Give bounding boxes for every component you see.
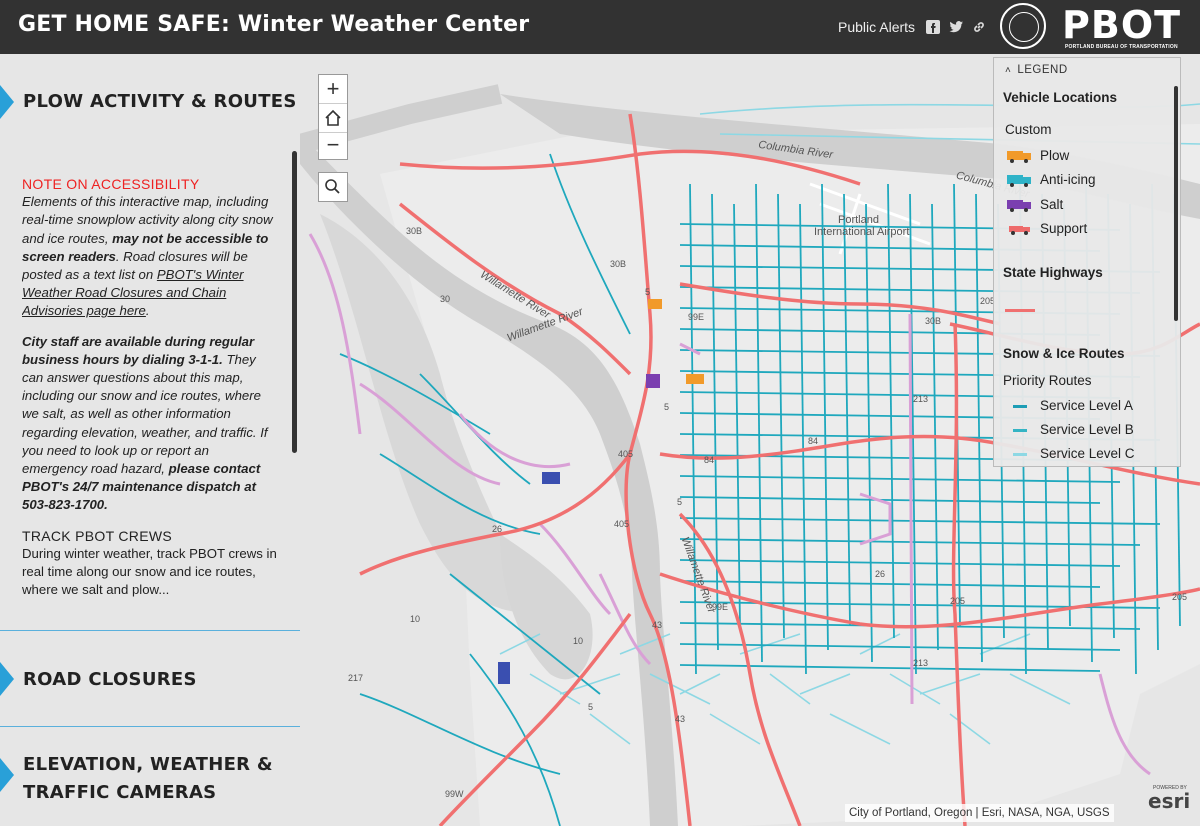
chevron-up-icon: ˄ (1005, 65, 1012, 76)
highway-shield: 5 (677, 497, 683, 507)
legend-panel: ˄ LEGEND Vehicle Locations Custom Plow An… (993, 57, 1181, 467)
highway-shield: 5 (664, 402, 670, 412)
city-seal-icon (1000, 3, 1046, 49)
highway-shield: 43 (675, 714, 686, 724)
map-search-button[interactable] (318, 172, 348, 202)
highway-shield: 43 (652, 620, 663, 630)
link-icon[interactable] (972, 20, 986, 34)
app-header: GET HOME SAFE: Winter Weather Center Pub… (0, 0, 1200, 54)
highway-shield: 99W (445, 789, 464, 799)
section-label: ELEVATION, WEATHER & TRAFFIC CAMERAS (23, 754, 273, 803)
map-label: Portland (838, 214, 879, 226)
highway-shield: 213 (913, 394, 929, 404)
anti-icing-truck-icon (1007, 175, 1031, 187)
highway-shield: 99E (688, 312, 705, 322)
esri-logo: esri (1148, 789, 1191, 813)
search-icon (325, 179, 340, 194)
twitter-icon[interactable] (948, 20, 963, 34)
support-truck-icon (1009, 226, 1030, 235)
track-heading: TRACK PBOT CREWS (22, 527, 173, 544)
section-label: ROAD CLOSURES (23, 669, 197, 690)
highway-shield: 84 (704, 455, 715, 465)
legend-priority-label: Priority Routes (1003, 373, 1092, 388)
facebook-icon[interactable] (926, 20, 940, 34)
plow-truck-icon (1007, 151, 1031, 163)
legend-support-label: Support (1040, 221, 1088, 236)
highway-shield: 26 (875, 569, 886, 579)
pbot-logo: PBOT (1062, 3, 1182, 47)
legend-level-b-label: Service Level B (1040, 422, 1134, 437)
highway-shield: 5 (645, 287, 651, 297)
staff-note: City staff are available during regular … (22, 333, 268, 513)
highway-shield: 10 (410, 614, 421, 624)
legend-plow-label: Plow (1040, 148, 1070, 163)
divider (0, 726, 300, 727)
chevron-right-icon (0, 85, 14, 119)
chevron-right-icon (0, 662, 14, 696)
section-label: PLOW ACTIVITY & ROUTES (23, 91, 297, 112)
highway-shield: 30B (925, 316, 942, 326)
zoom-control: + − (318, 74, 348, 160)
zoom-out-button[interactable]: − (319, 131, 347, 159)
accessibility-note: Elements of this interactive map, includ… (22, 194, 273, 319)
highway-shield: 405 (614, 519, 630, 529)
legend-custom-label: Custom (1005, 122, 1052, 137)
salt-truck-icon (1007, 200, 1031, 212)
highway-shield: 405 (618, 449, 634, 459)
divider (0, 630, 300, 631)
highway-shield: 217 (348, 673, 364, 683)
legend-salt-label: Salt (1040, 197, 1064, 212)
highway-shield: 10 (573, 636, 584, 646)
highway-shield: 26 (492, 524, 503, 534)
note-heading: NOTE ON ACCESSIBILITY (22, 176, 200, 192)
highway-shield: 213 (913, 658, 929, 668)
level-b-swatch (1013, 429, 1027, 432)
legend-snow-ice-title: Snow & Ice Routes (1003, 346, 1125, 361)
legend-level-a-label: Service Level A (1040, 398, 1134, 413)
plow-section-content: NOTE ON ACCESSIBILITY Elements of this i… (22, 175, 277, 630)
home-icon (325, 109, 341, 126)
map-attribution: City of Portland, Oregon | Esri, NASA, N… (845, 804, 1114, 822)
legend-toggle[interactable]: ˄ LEGEND (1005, 64, 1068, 76)
sidebar-scrollbar[interactable] (292, 151, 297, 453)
level-c-swatch (1013, 453, 1027, 456)
track-text: During winter weather, track PBOT crews … (22, 545, 277, 598)
level-a-swatch (1013, 405, 1027, 408)
legend-state-highways-title: State Highways (1003, 265, 1103, 280)
legend-scrollbar[interactable] (1174, 86, 1178, 321)
highway-shield: 205 (950, 596, 966, 606)
map-label: International Airport (814, 226, 910, 238)
public-alerts-link[interactable]: Public Alerts (838, 19, 915, 35)
legend-anti-icing-label: Anti-icing (1040, 172, 1096, 187)
highway-shield: 5 (588, 702, 594, 712)
home-button[interactable] (319, 103, 347, 133)
highway-shield: 30 (440, 294, 451, 304)
highway-shield: 99E (712, 602, 729, 612)
pbot-logo-subtitle: PORTLAND BUREAU OF TRANSPORTATION (1065, 44, 1178, 50)
chevron-right-icon (0, 758, 14, 792)
highway-shield: 30B (610, 259, 627, 269)
page-title: GET HOME SAFE: Winter Weather Center (18, 12, 530, 37)
highway-shield: 30B (406, 226, 423, 236)
salt-vehicle-icon (646, 374, 660, 388)
zoom-in-button[interactable]: + (319, 75, 347, 103)
highway-shield: 205 (1172, 592, 1188, 602)
other-route (908, 313, 914, 705)
highway-shield: 84 (808, 436, 819, 446)
legend-vehicle-title: Vehicle Locations (1003, 90, 1118, 105)
highway-swatch (1005, 309, 1035, 312)
legend-level-c-label: Service Level C (1040, 446, 1135, 461)
